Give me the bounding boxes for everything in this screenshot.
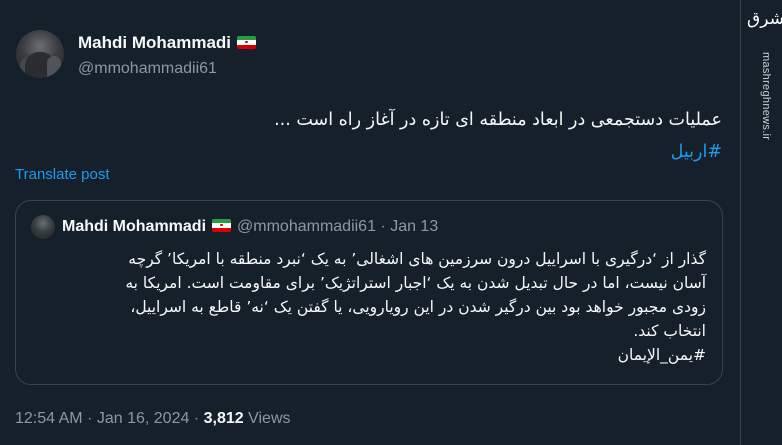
author-name[interactable]: Mahdi Mohammadi: [78, 33, 257, 53]
quoted-hashtag: #یمن_الإیمان: [617, 346, 706, 364]
watermark-rail: مشرق mashreghnews.ir: [740, 0, 782, 445]
mashregh-logo: مشرق: [747, 9, 782, 29]
author-handle[interactable]: @mmohammadii61: [78, 60, 217, 78]
meta-separator: ·: [87, 410, 93, 427]
author-name-text[interactable]: Mahdi Mohammadi: [78, 33, 231, 52]
quoted-tweet[interactable]: Mahdi Mohammadi @mmohammadii61 · Jan 13 گ…: [15, 200, 723, 385]
tweet-card: Mahdi Mohammadi @mmohammadii61 عملیات دس…: [0, 0, 740, 445]
quoted-text-line: گذار از ‘درگیری با اسراییل درون سرزمین ه…: [128, 250, 706, 268]
tweet-date[interactable]: Jan 16, 2024: [97, 410, 190, 427]
watermark-url: mashreghnews.ir: [760, 52, 772, 141]
quoted-author-name: Mahdi Mohammadi: [62, 218, 207, 235]
translate-post-link[interactable]: Translate post: [15, 166, 110, 183]
iran-flag-icon: [237, 36, 257, 49]
tweet-time[interactable]: 12:54 AM: [15, 410, 83, 427]
views-label: Views: [248, 410, 291, 427]
iran-flag-icon: [212, 219, 232, 232]
quoted-handle-date: @mmohammadii61 · Jan 13: [237, 218, 439, 235]
views-count: 3,812: [203, 410, 244, 427]
meta-separator: ·: [193, 410, 200, 427]
author-avatar[interactable]: [16, 30, 64, 78]
tweet-text-line: عملیات دستجمعی در ابعاد منطقه ای تازه در…: [274, 110, 722, 130]
tweet-meta: 12:54 AM · Jan 16, 2024 · 3,812 Views: [15, 410, 291, 428]
quoted-author-avatar: [31, 215, 55, 239]
quoted-text-line: زودی مجبور خواهد بود بین درگیر شدن در ای…: [130, 298, 706, 316]
tweet-text: عملیات دستجمعی در ابعاد منطقه ای تازه در…: [22, 104, 722, 168]
avatar-figure: [47, 56, 61, 78]
tweet-hashtag-link[interactable]: #اربیل: [671, 142, 722, 162]
quoted-text-line: انتخاب کند.: [633, 322, 706, 340]
quoted-tweet-text: گذار از ‘درگیری با اسراییل درون سرزمین ه…: [36, 247, 706, 367]
quoted-text-line: آسان نیست، اما در حال تبدیل شدن به یک ‘ا…: [125, 274, 706, 292]
quoted-tweet-header: Mahdi Mohammadi @mmohammadii61 · Jan 13: [62, 218, 438, 236]
